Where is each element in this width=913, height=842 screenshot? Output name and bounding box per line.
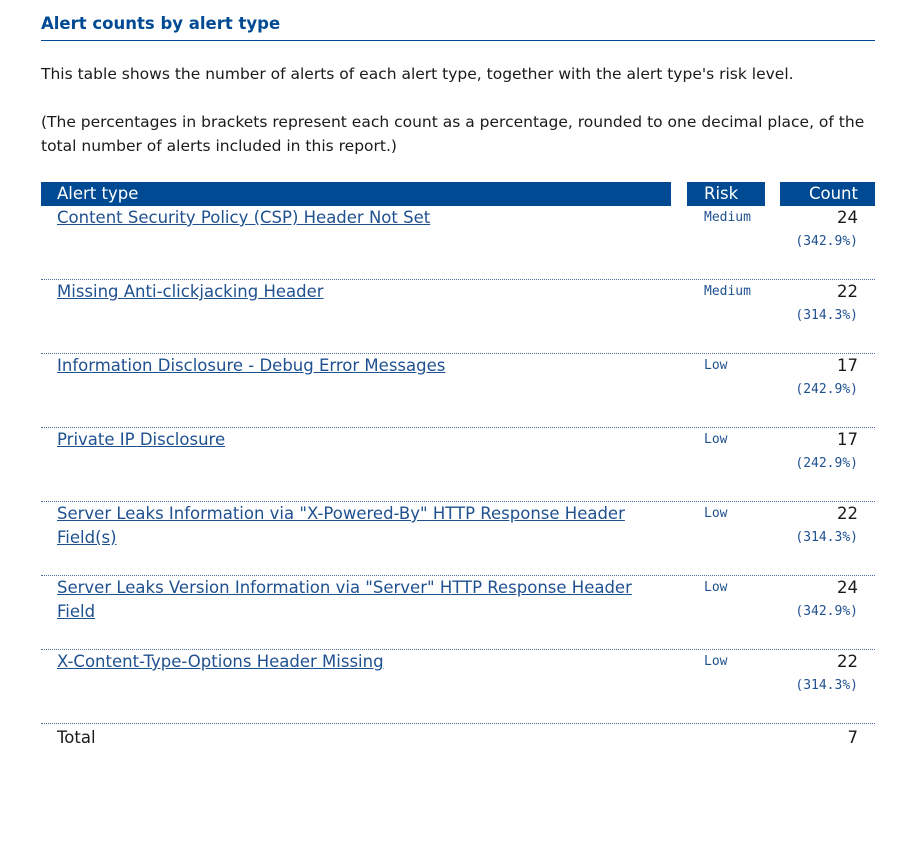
total-row: Total 7 bbox=[41, 726, 875, 750]
alert-type-link[interactable]: Server Leaks Version Information via "Se… bbox=[57, 576, 672, 624]
row-divider bbox=[41, 723, 875, 724]
alert-percentage: (242.9%) bbox=[795, 456, 858, 471]
table-description: This table shows the number of alerts of… bbox=[41, 65, 794, 83]
risk-level: Low bbox=[704, 506, 728, 521]
alert-percentage: (342.9%) bbox=[795, 234, 858, 249]
table-row: Server Leaks Information via "X-Powered-… bbox=[41, 502, 875, 576]
alert-percentage: (242.9%) bbox=[795, 382, 858, 397]
alert-type-link[interactable]: Private IP Disclosure bbox=[57, 428, 672, 452]
header-alert-type: Alert type bbox=[41, 182, 671, 206]
risk-level: Medium bbox=[704, 210, 751, 225]
alert-count: 17 bbox=[837, 430, 858, 449]
risk-level: Medium bbox=[704, 284, 751, 299]
alert-count: 22 bbox=[837, 282, 858, 301]
table-row: X-Content-Type-Options Header Missing Lo… bbox=[41, 650, 875, 724]
section-title: Alert counts by alert type bbox=[41, 14, 875, 41]
alert-type-link[interactable]: X-Content-Type-Options Header Missing bbox=[57, 650, 672, 674]
alert-percentage: (314.3%) bbox=[795, 678, 858, 693]
alert-type-link[interactable]: Missing Anti-clickjacking Header bbox=[57, 280, 672, 304]
risk-level: Low bbox=[704, 654, 728, 669]
table-header: Alert type Risk Count bbox=[0, 182, 913, 206]
table-row: Missing Anti-clickjacking Header Medium … bbox=[41, 280, 875, 354]
alert-type-link[interactable]: Information Disclosure - Debug Error Mes… bbox=[57, 354, 672, 378]
alert-count: 22 bbox=[837, 504, 858, 523]
alert-count: 17 bbox=[837, 356, 858, 375]
header-count: Count bbox=[780, 182, 875, 206]
percentage-note: (The percentages in brackets represent e… bbox=[41, 113, 865, 155]
alert-percentage: (342.9%) bbox=[795, 604, 858, 619]
table-row: Content Security Policy (CSP) Header Not… bbox=[41, 206, 875, 280]
alert-type-link[interactable]: Server Leaks Information via "X-Powered-… bbox=[57, 502, 672, 550]
alert-count: 22 bbox=[837, 652, 858, 671]
alert-count: 24 bbox=[837, 208, 858, 227]
alert-percentage: (314.3%) bbox=[795, 530, 858, 545]
total-value: 7 bbox=[847, 728, 859, 747]
alert-percentage: (314.3%) bbox=[795, 308, 858, 323]
risk-level: Low bbox=[704, 358, 728, 373]
table-row: Private IP Disclosure Low 17 (242.9%) bbox=[41, 428, 875, 502]
total-label: Total bbox=[57, 728, 96, 747]
table-row: Server Leaks Version Information via "Se… bbox=[41, 576, 875, 650]
table-row: Information Disclosure - Debug Error Mes… bbox=[41, 354, 875, 428]
alert-type-link[interactable]: Content Security Policy (CSP) Header Not… bbox=[57, 206, 672, 230]
header-risk: Risk bbox=[687, 182, 765, 206]
risk-level: Low bbox=[704, 580, 728, 595]
risk-level: Low bbox=[704, 432, 728, 447]
alert-count: 24 bbox=[837, 578, 858, 597]
